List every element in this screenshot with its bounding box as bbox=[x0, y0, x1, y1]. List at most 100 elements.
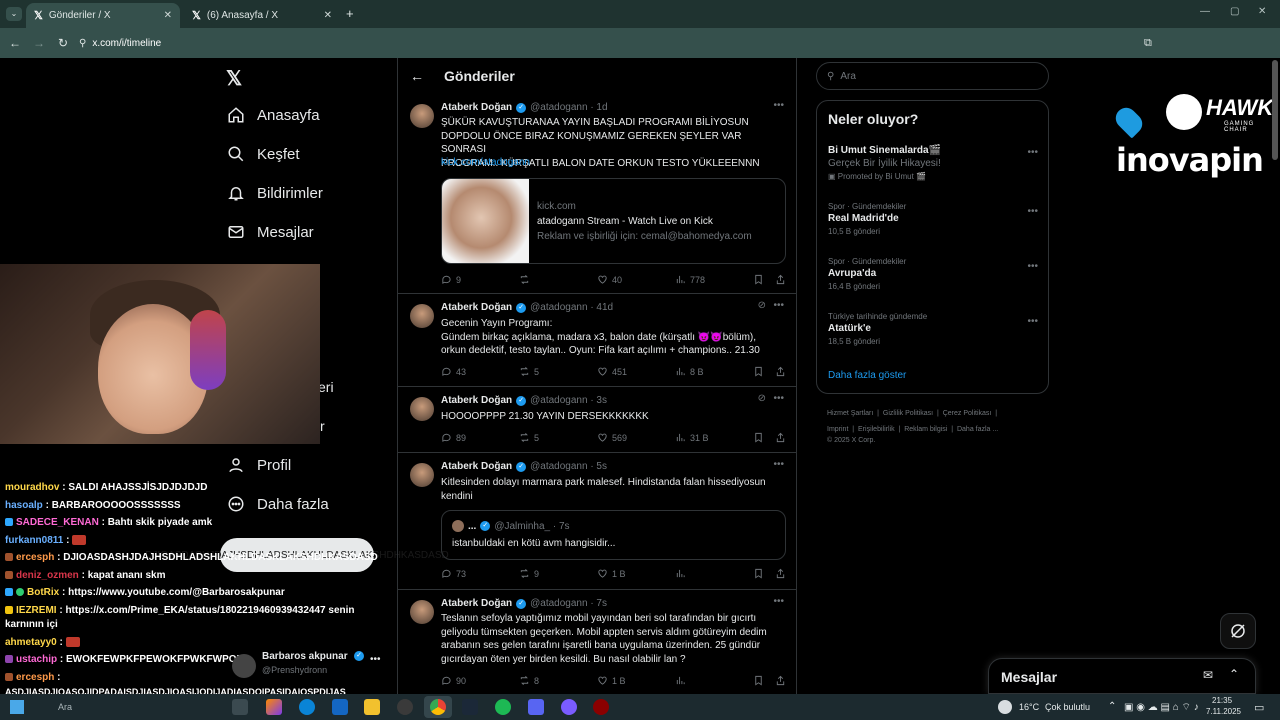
reply-button[interactable]: 90 bbox=[441, 675, 466, 686]
spotify-icon[interactable] bbox=[495, 699, 511, 715]
taskbar-search[interactable]: Ara bbox=[58, 702, 72, 712]
bookmark-button[interactable] bbox=[753, 366, 768, 377]
task-view-icon[interactable] bbox=[232, 699, 248, 715]
more-icon[interactable]: ••• bbox=[773, 459, 784, 470]
weather-desc[interactable]: Çok bulutlu bbox=[1045, 702, 1090, 712]
sidebar-item-covered[interactable]: r bbox=[320, 418, 325, 434]
tab-anasayfa[interactable]: 𝕏 (6) Anasayfa / X ✕ bbox=[184, 3, 340, 28]
grok-button[interactable] bbox=[1220, 613, 1256, 649]
grok-icon[interactable]: ⊘ bbox=[758, 300, 766, 311]
trend-item[interactable]: Türkiye tarihinde gündemde Atatürk'e 18,… bbox=[828, 312, 1038, 346]
more-icon[interactable]: ••• bbox=[773, 300, 784, 311]
close-window-button[interactable]: ✕ bbox=[1258, 6, 1266, 17]
messages-drawer[interactable]: Mesajlar ✉ ⌃ bbox=[988, 658, 1256, 694]
share-button[interactable] bbox=[775, 568, 790, 579]
outlook-icon[interactable] bbox=[332, 699, 348, 715]
copilot-icon[interactable] bbox=[266, 699, 282, 715]
trend-item[interactable]: Bi Umut Sinemalarda🎬 Gerçek Bir İyilik H… bbox=[828, 143, 1038, 181]
link-card[interactable]: kick.com atadogann Stream - Watch Live o… bbox=[441, 178, 786, 264]
footer-link[interactable]: Reklam bilgisi bbox=[904, 426, 947, 433]
back-button[interactable]: ← bbox=[3, 36, 27, 50]
back-arrow-icon[interactable]: ← bbox=[410, 68, 424, 84]
tweet[interactable]: Ataberk Doğan ✓ @atadogann · 1d ••• ŞÜKÜR … bbox=[398, 94, 796, 294]
scrollbar[interactable] bbox=[1272, 60, 1278, 160]
tweet[interactable]: Ataberk Doğan ✓ @atadogann · 5s ••• Kitles… bbox=[398, 453, 796, 590]
sidebar-item-messages[interactable]: Mesajlar bbox=[227, 223, 314, 241]
app-icon[interactable] bbox=[528, 699, 544, 715]
trend-item[interactable]: Spor · Gündemdekiler Avrupa'da 16,4 B gö… bbox=[828, 257, 1038, 291]
footer-link[interactable]: Hizmet Şartları bbox=[827, 410, 873, 417]
new-message-icon[interactable]: ✉ bbox=[1203, 668, 1213, 682]
footer-link[interactable]: Gizlilik Politikası bbox=[883, 410, 933, 417]
expand-icon[interactable]: ⌃ bbox=[1229, 667, 1239, 681]
reply-button[interactable]: 73 bbox=[441, 568, 466, 579]
quoted-tweet[interactable]: ... ✓ @Jalminha_ · 7s istanbuldaki en kö… bbox=[441, 510, 786, 560]
views-button[interactable]: 778 bbox=[675, 274, 705, 285]
tab-list-button[interactable]: ⌄ bbox=[6, 7, 22, 21]
edge-icon[interactable] bbox=[299, 699, 315, 715]
tweet[interactable]: Ataberk Doğan ✓ @atadogann · 41d ⊘ ••• Gec… bbox=[398, 294, 796, 387]
bookmark-button[interactable] bbox=[753, 675, 768, 686]
tweet-author[interactable]: Ataberk Doğan bbox=[441, 395, 512, 406]
notification-icon[interactable]: ▭ bbox=[1254, 701, 1264, 714]
start-button[interactable] bbox=[10, 700, 24, 714]
avatar[interactable] bbox=[410, 304, 434, 328]
clock-date[interactable]: 7.11.2025 bbox=[1206, 707, 1241, 716]
sidebar-item-notifications[interactable]: Bildirimler bbox=[227, 184, 323, 202]
more-icon[interactable]: ••• bbox=[1027, 316, 1038, 327]
tweet-author[interactable]: Ataberk Doğan bbox=[441, 461, 512, 472]
more-icon[interactable]: ••• bbox=[773, 100, 784, 111]
sidebar-item-home[interactable]: Anasayfa bbox=[227, 106, 320, 124]
like-button[interactable]: 40 bbox=[597, 274, 622, 285]
more-icon[interactable]: ••• bbox=[1027, 206, 1038, 217]
avatar[interactable] bbox=[410, 463, 434, 487]
bookmark-button[interactable] bbox=[753, 432, 768, 443]
footer-link[interactable]: Imprint bbox=[827, 426, 848, 433]
close-icon[interactable]: ✕ bbox=[164, 10, 172, 21]
clock-time[interactable]: 21:35 bbox=[1212, 696, 1232, 705]
show-more-link[interactable]: Daha fazla göster bbox=[828, 370, 906, 381]
views-button[interactable]: 8 B bbox=[675, 366, 704, 377]
grok-icon[interactable]: ⊘ bbox=[758, 393, 766, 404]
tweet-link[interactable]: kick.com/atadogann bbox=[441, 156, 786, 170]
footer-link[interactable]: Çerez Politikası bbox=[943, 410, 992, 417]
sidebar-item-explore[interactable]: Keşfet bbox=[227, 145, 300, 163]
close-icon[interactable]: ✕ bbox=[324, 10, 332, 21]
steam-icon[interactable] bbox=[462, 699, 478, 715]
cast-icon[interactable]: ⧉ bbox=[1144, 37, 1152, 50]
obs-icon[interactable] bbox=[593, 699, 609, 715]
reply-button[interactable]: 89 bbox=[441, 432, 466, 443]
url-field[interactable]: x.com/i/timeline bbox=[92, 38, 161, 49]
repost-button[interactable]: 5 bbox=[519, 432, 539, 443]
sidebar-item-covered[interactable]: eri bbox=[318, 379, 334, 395]
search-input[interactable]: ⚲ Ara bbox=[816, 62, 1049, 90]
bookmark-button[interactable] bbox=[753, 274, 768, 285]
views-button[interactable] bbox=[675, 568, 690, 579]
weather-temp[interactable]: 16°C bbox=[1019, 702, 1039, 712]
avatar[interactable] bbox=[410, 600, 434, 624]
xbox-icon[interactable] bbox=[397, 699, 413, 715]
share-button[interactable] bbox=[775, 432, 790, 443]
account-switcher[interactable]: Barbaros akpunar ✓ @Prenshydronn ••• bbox=[230, 650, 390, 690]
tab-gonderiler[interactable]: 𝕏 Gönderiler / X ✕ bbox=[26, 3, 180, 28]
chrome-icon[interactable] bbox=[430, 699, 446, 715]
share-button[interactable] bbox=[775, 366, 790, 377]
repost-button[interactable]: 5 bbox=[519, 366, 539, 377]
reload-button[interactable]: ↻ bbox=[51, 36, 75, 50]
like-button[interactable]: 451 bbox=[597, 366, 627, 377]
sidebar-item-profile[interactable]: Profil bbox=[227, 456, 291, 474]
reply-button[interactable]: 9 bbox=[441, 274, 461, 285]
reply-button[interactable]: 43 bbox=[441, 366, 466, 377]
tweet-author[interactable]: Ataberk Doğan bbox=[441, 102, 512, 113]
footer-link[interactable]: Daha fazla ... bbox=[957, 426, 998, 433]
tray-icons[interactable]: ▣ ◉ ☁ ▤ ⌂ ⌔ ♪ bbox=[1124, 701, 1199, 714]
footer-link[interactable]: Erişilebilirlik bbox=[858, 426, 895, 433]
tweet-author[interactable]: Ataberk Doğan bbox=[441, 598, 512, 609]
like-button[interactable]: 1 B bbox=[597, 675, 626, 686]
maximize-button[interactable]: ▢ bbox=[1230, 6, 1239, 17]
tray-arrow-icon[interactable]: ⌃ bbox=[1108, 701, 1116, 712]
avatar[interactable] bbox=[410, 397, 434, 421]
bookmark-button[interactable] bbox=[753, 568, 768, 579]
share-button[interactable] bbox=[775, 274, 790, 285]
more-icon[interactable]: ••• bbox=[773, 393, 784, 404]
